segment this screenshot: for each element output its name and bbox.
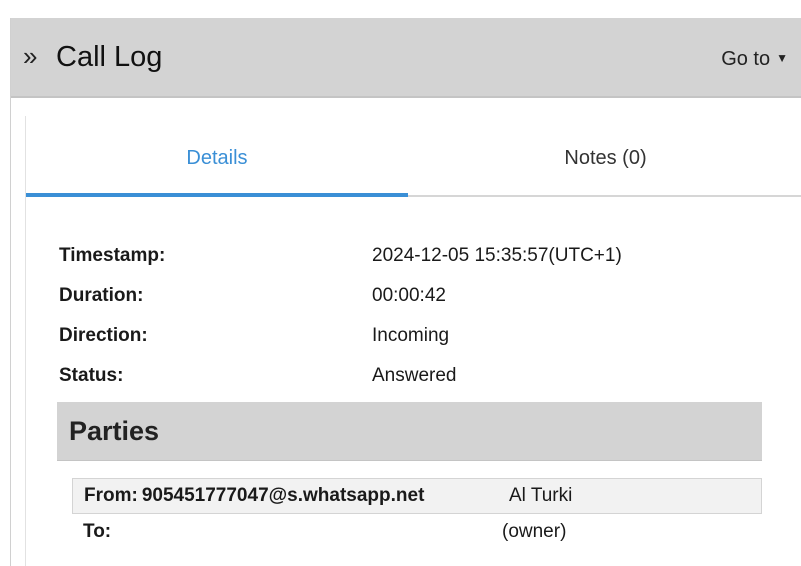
from-label: From: [84,485,138,506]
timestamp-value: 2024-12-05 15:35:57(UTC+1) [372,245,622,266]
page-title: Call Log [56,41,163,73]
double-chevron-right-icon[interactable]: » [23,38,37,74]
from-line: From: 905451777047@s.whatsapp.net [84,479,424,513]
tab-bar: Details Notes (0) [26,116,801,216]
tab-notes[interactable]: Notes (0) [408,144,801,172]
from-address: 905451777047@s.whatsapp.net [141,485,425,506]
parties-title: Parties [69,416,160,446]
call-log-content: Details Notes (0) Timestamp: 2024-12-05 … [25,116,801,566]
call-log-panel: » Call Log Go to ▼ Details Notes (0) Time… [10,18,801,566]
status-label: Status: [59,365,124,386]
party-row-from[interactable]: From: 905451777047@s.whatsapp.net Al Turk… [72,478,762,514]
duration-value: 00:00:42 [372,285,446,306]
tab-divider [408,195,801,197]
goto-label: Go to [721,48,771,70]
direction-label: Direction: [59,325,148,346]
tab-details[interactable]: Details [26,144,408,172]
from-name: Al Turki [509,485,573,506]
to-label: To: [83,521,112,542]
to-name: (owner) [502,521,567,542]
caret-down-icon: ▼ [776,51,788,65]
parties-header: Parties [57,402,762,461]
status-value: Answered [372,365,457,386]
duration-label: Duration: [59,285,144,306]
goto-dropdown[interactable]: Go to ▼ [721,44,788,73]
active-tab-indicator [26,193,408,197]
party-row-to[interactable]: To: (owner) [72,515,762,549]
timestamp-label: Timestamp: [59,245,166,266]
panel-header: » Call Log Go to ▼ [11,18,801,98]
direction-value: Incoming [372,325,450,346]
